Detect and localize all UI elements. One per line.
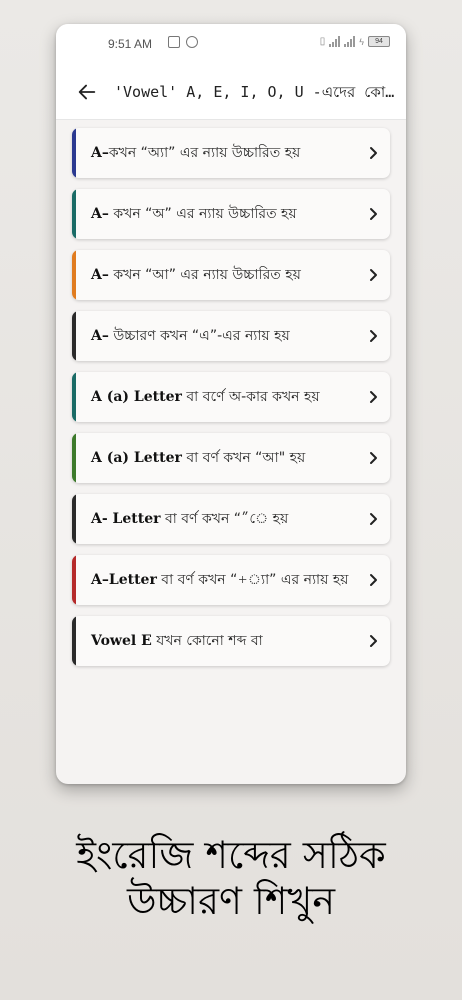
item-label-text: উচ্চারণ কখন “এ”-এর ন্যায় হয় (108, 328, 290, 344)
item-label-bold: A- Letter (91, 511, 161, 527)
lesson-list-item[interactable]: A (a) Letter বা বর্ণে অ-কার কখন হয় (72, 372, 390, 422)
item-label-text: বা বর্ণ কখন “”ে হয় (160, 511, 289, 527)
chevron-right-icon (358, 451, 390, 465)
item-label: Vowel E যখন কোনো শব্দ বা (76, 616, 358, 666)
item-label-bold: A– (91, 206, 109, 222)
item-label-bold: Vowel E (91, 633, 152, 649)
signal-1-icon (329, 36, 341, 47)
vibrate-icon: ▯ (319, 36, 326, 47)
phone-screen: 9:51 AM ▯ ϟ 94 'Vowel' A, E, I, O, U -এদ… (56, 24, 406, 784)
item-label-text: বা বর্ণে অ-কার কখন হয় (181, 389, 320, 405)
chevron-right-icon (358, 268, 390, 282)
lesson-list-item[interactable]: A- Letter বা বর্ণ কখন “”ে হয় (72, 494, 390, 544)
battery-icon: 94 (368, 36, 390, 47)
chevron-right-icon (358, 207, 390, 221)
item-label-bold: A–Letter (91, 572, 157, 588)
item-label-text: কখন “অ্যা” এর ন্যায় উচ্চারিত হয় (108, 145, 301, 161)
back-arrow-icon[interactable] (76, 81, 98, 103)
lesson-list-item[interactable]: A– উচ্চারণ কখন “এ”-এর ন্যায় হয় (72, 311, 390, 361)
lesson-list-item[interactable]: A (a) Letter বা বর্ণ কখন “আ" হয় (72, 433, 390, 483)
chevron-right-icon (358, 146, 390, 160)
item-label-bold: A (a) Letter (91, 450, 182, 466)
item-label: A (a) Letter বা বর্ণে অ-কার কখন হয় (76, 372, 358, 422)
lesson-list-item[interactable]: A–কখন “অ্যা” এর ন্যায় উচ্চারিত হয় (72, 128, 390, 178)
promo-caption: ইংরেজি শব্দের সঠিক উচ্চারণ শিখুন (0, 832, 462, 924)
item-label: A–কখন “অ্যা” এর ন্যায় উচ্চারিত হয় (76, 128, 358, 178)
status-time: 9:51 AM (108, 37, 153, 51)
lesson-list-item[interactable]: A– কখন “অ” এর ন্যায় উচ্চারিত হয় (72, 189, 390, 239)
chevron-right-icon (358, 390, 390, 404)
lesson-list-item[interactable]: Vowel E যখন কোনো শব্দ বা (72, 616, 390, 666)
item-label: A– কখন “আ” এর ন্যায় উচ্চারিত হয় (76, 250, 358, 300)
item-label-text: বা বর্ণ কখন “+্যা” এর ন্যায় হয় (156, 572, 349, 588)
sync-icon (186, 36, 198, 48)
signal-2-icon (344, 36, 356, 47)
item-label-text: বা বর্ণ কখন “আ" হয় (181, 450, 306, 466)
item-label-bold: A (a) Letter (91, 389, 182, 405)
item-label-text: কখন “আ” এর ন্যায় উচ্চারিত হয় (108, 267, 301, 283)
lesson-list-item[interactable]: A– কখন “আ” এর ন্যায় উচ্চারিত হয় (72, 250, 390, 300)
caption-line-1: ইংরেজি শব্দের সঠিক (76, 833, 386, 877)
chevron-right-icon (358, 512, 390, 526)
item-label: A (a) Letter বা বর্ণ কখন “আ" হয় (76, 433, 358, 483)
lesson-list: A–কখন “অ্যা” এর ন্যায় উচ্চারিত হয় A– কখ… (56, 120, 406, 784)
item-label-text: কখন “অ” এর ন্যায় উচ্চারিত হয় (108, 206, 297, 222)
page-title: 'Vowel' A, E, I, O, U -এদের কোথায় কি ..… (114, 83, 400, 101)
app-bar: 'Vowel' A, E, I, O, U -এদের কোথায় কি ..… (56, 64, 406, 120)
item-label: A– কখন “অ” এর ন্যায় উচ্চারিত হয় (76, 189, 358, 239)
item-label-text: যখন কোনো শব্দ বা (151, 633, 263, 649)
notification-icons (168, 36, 198, 48)
status-bar: 9:51 AM ▯ ϟ 94 (56, 24, 406, 64)
chevron-right-icon (358, 634, 390, 648)
item-label: A– উচ্চারণ কখন “এ”-এর ন্যায় হয় (76, 311, 358, 361)
item-label: A–Letter বা বর্ণ কখন “+্যা” এর ন্যায় হয… (76, 555, 358, 605)
battery-level: 94 (375, 38, 383, 45)
gallery-icon (168, 36, 180, 48)
item-label-bold: A– (91, 267, 109, 283)
status-right-icons: ▯ ϟ 94 (320, 36, 390, 47)
item-label: A- Letter বা বর্ণ কখন “”ে হয় (76, 494, 358, 544)
item-label-bold: A– (91, 145, 109, 161)
lesson-list-item[interactable]: A–Letter বা বর্ণ কখন “+্যা” এর ন্যায় হয… (72, 555, 390, 605)
chevron-right-icon (358, 329, 390, 343)
charging-icon: ϟ (359, 36, 364, 47)
item-label-bold: A– (91, 328, 109, 344)
caption-line-2: উচ্চারণ শিখুন (126, 879, 336, 923)
chevron-right-icon (358, 573, 390, 587)
